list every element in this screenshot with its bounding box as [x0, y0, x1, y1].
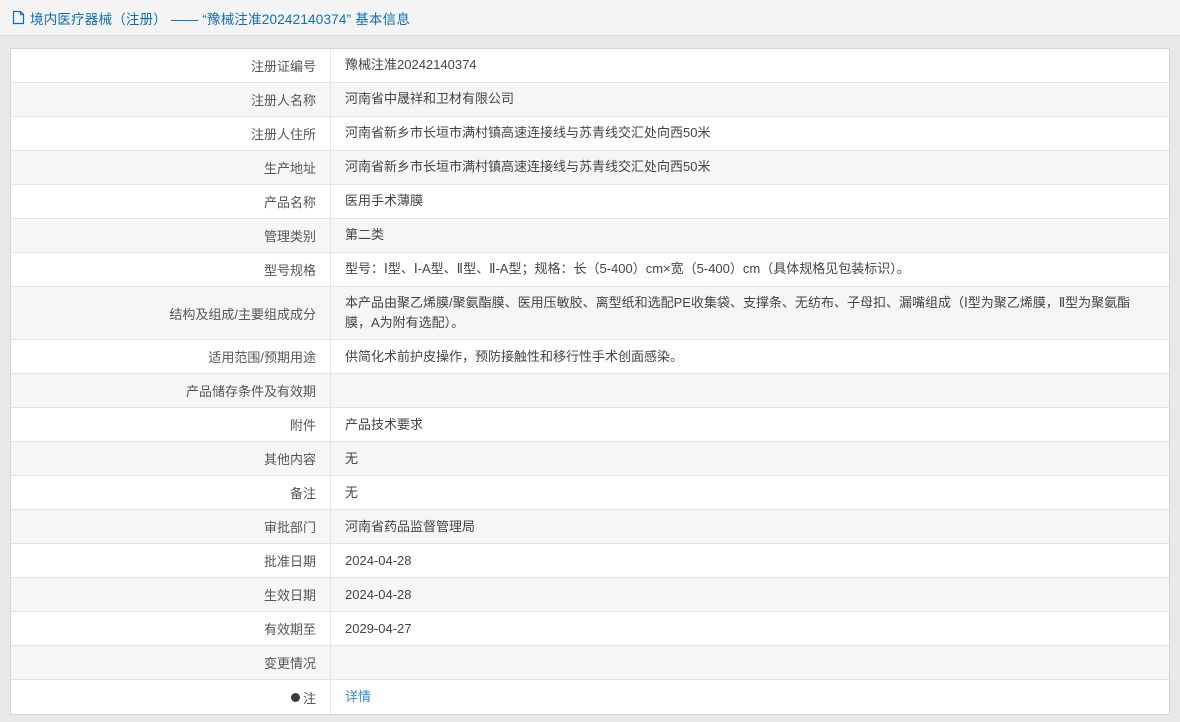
row-label: 生效日期	[11, 578, 331, 612]
table-row: 附件 产品技术要求	[11, 408, 1169, 443]
row-value: 型号：Ⅰ型、Ⅰ-A型、Ⅱ型、Ⅱ-A型；规格：长（5-400）cm×宽（5-400…	[345, 261, 910, 277]
header-bar: 境内医疗器械（注册） —— “豫械注准20242140374” 基本信息	[0, 0, 1180, 36]
row-value	[331, 374, 1169, 407]
table-row: 结构及组成/主要组成成分 本产品由聚乙烯膜/聚氨酯膜、医用压敏胶、离型纸和选配P…	[11, 287, 1169, 341]
row-label: 产品名称	[11, 185, 331, 218]
row-value: 供简化术前护皮操作，预防接触性和移行性手术创面感染。	[345, 348, 684, 364]
row-label-text: 批准日期	[263, 554, 316, 570]
info-table: 注册证编号 豫械注准20242140374 注册人名称 河南省中晟祥和卫材有限公…	[10, 48, 1170, 716]
row-label: 管理类别	[11, 219, 331, 252]
row-label-text: 审批部门	[263, 520, 316, 536]
document-icon	[12, 10, 25, 25]
row-value: 详情	[331, 680, 1169, 714]
row-value: 河南省中晟祥和卫材有限公司	[345, 91, 515, 107]
row-label: 注册证编号	[11, 49, 331, 82]
table-row: 型号规格 型号：Ⅰ型、Ⅰ-A型、Ⅱ型、Ⅱ-A型；规格：长（5-400）cm×宽（…	[11, 253, 1169, 287]
table-row: 有效期至 2029-04-27	[11, 612, 1169, 647]
row-value	[331, 646, 1169, 679]
row-label-text: 型号规格	[263, 263, 316, 278]
row-label-text: 注册人住所	[250, 127, 316, 142]
row-label-text: 变更情况	[263, 656, 316, 672]
row-label: 注册人名称	[11, 83, 331, 116]
row-value: 无	[345, 450, 359, 466]
row-label: 审批部门	[11, 510, 331, 544]
row-value: 河南省新乡市长垣市满村镇高速连接线与苏青线交汇处向西50米	[345, 159, 711, 175]
row-label-text: 备注	[289, 486, 316, 502]
row-label-text: 有效期至	[263, 622, 316, 638]
table-row: 其他内容 无	[11, 442, 1169, 477]
row-label-text: 注	[302, 690, 316, 706]
row-value: 2024-04-28	[345, 586, 412, 602]
table-row: 生产地址 河南省新乡市长垣市满村镇高速连接线与苏青线交汇处向西50米	[11, 151, 1169, 185]
bullet-icon	[290, 692, 300, 702]
table-row: 管理类别 第二类	[11, 219, 1169, 253]
row-label: 变更情况	[11, 646, 331, 680]
row-value: 产品技术要求	[345, 416, 424, 432]
page-title: 境内医疗器械（注册） —— “豫械注准20242140374” 基本信息	[30, 11, 411, 27]
row-label-text: 结构及组成/主要组成成分	[169, 306, 316, 322]
table-row: 备注 无	[11, 476, 1169, 511]
row-value: 医用手术薄膜	[345, 193, 424, 209]
row-value: 河南省新乡市长垣市满村镇高速连接线与苏青线交汇处向西50米	[345, 125, 711, 141]
row-label-text: 注册证编号	[250, 59, 316, 74]
row-value: 2029-04-27	[345, 620, 412, 636]
row-label-text: 其他内容	[263, 452, 316, 468]
table-row: 变更情况	[11, 646, 1169, 681]
row-label: 结构及组成/主要组成成分	[11, 287, 331, 340]
row-label: 注册人住所	[11, 117, 331, 150]
row-value: 本产品由聚乙烯膜/聚氨酯膜、医用压敏胶、离型纸和选配PE收集袋、支撑条、无纺布、…	[345, 295, 1131, 331]
table-row: 产品储存条件及有效期	[11, 374, 1169, 409]
table-row: 审批部门 河南省药品监督管理局	[11, 510, 1169, 545]
row-label-text: 生产地址	[263, 161, 316, 176]
row-label-text: 注册人名称	[250, 93, 316, 108]
row-label-text: 管理类别	[263, 229, 316, 244]
row-label: 注	[11, 680, 331, 715]
table-row: 批准日期 2024-04-28	[11, 544, 1169, 579]
table-row: 注册证编号 豫械注准20242140374	[11, 49, 1169, 83]
row-value: 第二类	[345, 227, 385, 243]
row-value: 2024-04-28	[345, 552, 412, 568]
table-row: 产品名称 医用手术薄膜	[11, 185, 1169, 219]
row-label: 型号规格	[11, 253, 331, 286]
row-label: 备注	[11, 476, 331, 510]
row-label-text: 适用范围/预期用途	[208, 350, 316, 366]
row-label-text: 生效日期	[263, 588, 316, 604]
row-label: 其他内容	[11, 442, 331, 476]
row-value: 无	[345, 484, 359, 500]
row-label: 适用范围/预期用途	[11, 340, 331, 374]
table-row: 适用范围/预期用途 供简化术前护皮操作，预防接触性和移行性手术创面感染。	[11, 340, 1169, 375]
table-row: 注 详情	[11, 680, 1169, 715]
row-label-text: 附件	[289, 418, 316, 434]
row-value: 豫械注准20242140374	[345, 57, 477, 73]
row-label: 批准日期	[11, 544, 331, 578]
row-label-text: 产品名称	[263, 195, 316, 210]
row-label: 生产地址	[11, 151, 331, 184]
row-label: 有效期至	[11, 612, 331, 646]
row-label: 附件	[11, 408, 331, 442]
details-link[interactable]: 详情	[345, 687, 371, 707]
table-row: 生效日期 2024-04-28	[11, 578, 1169, 613]
table-row: 注册人名称 河南省中晟祥和卫材有限公司	[11, 83, 1169, 117]
row-label: 产品储存条件及有效期	[11, 374, 331, 408]
row-label-text: 产品储存条件及有效期	[185, 384, 316, 400]
row-value: 河南省药品监督管理局	[345, 518, 476, 534]
table-row: 注册人住所 河南省新乡市长垣市满村镇高速连接线与苏青线交汇处向西50米	[11, 117, 1169, 151]
